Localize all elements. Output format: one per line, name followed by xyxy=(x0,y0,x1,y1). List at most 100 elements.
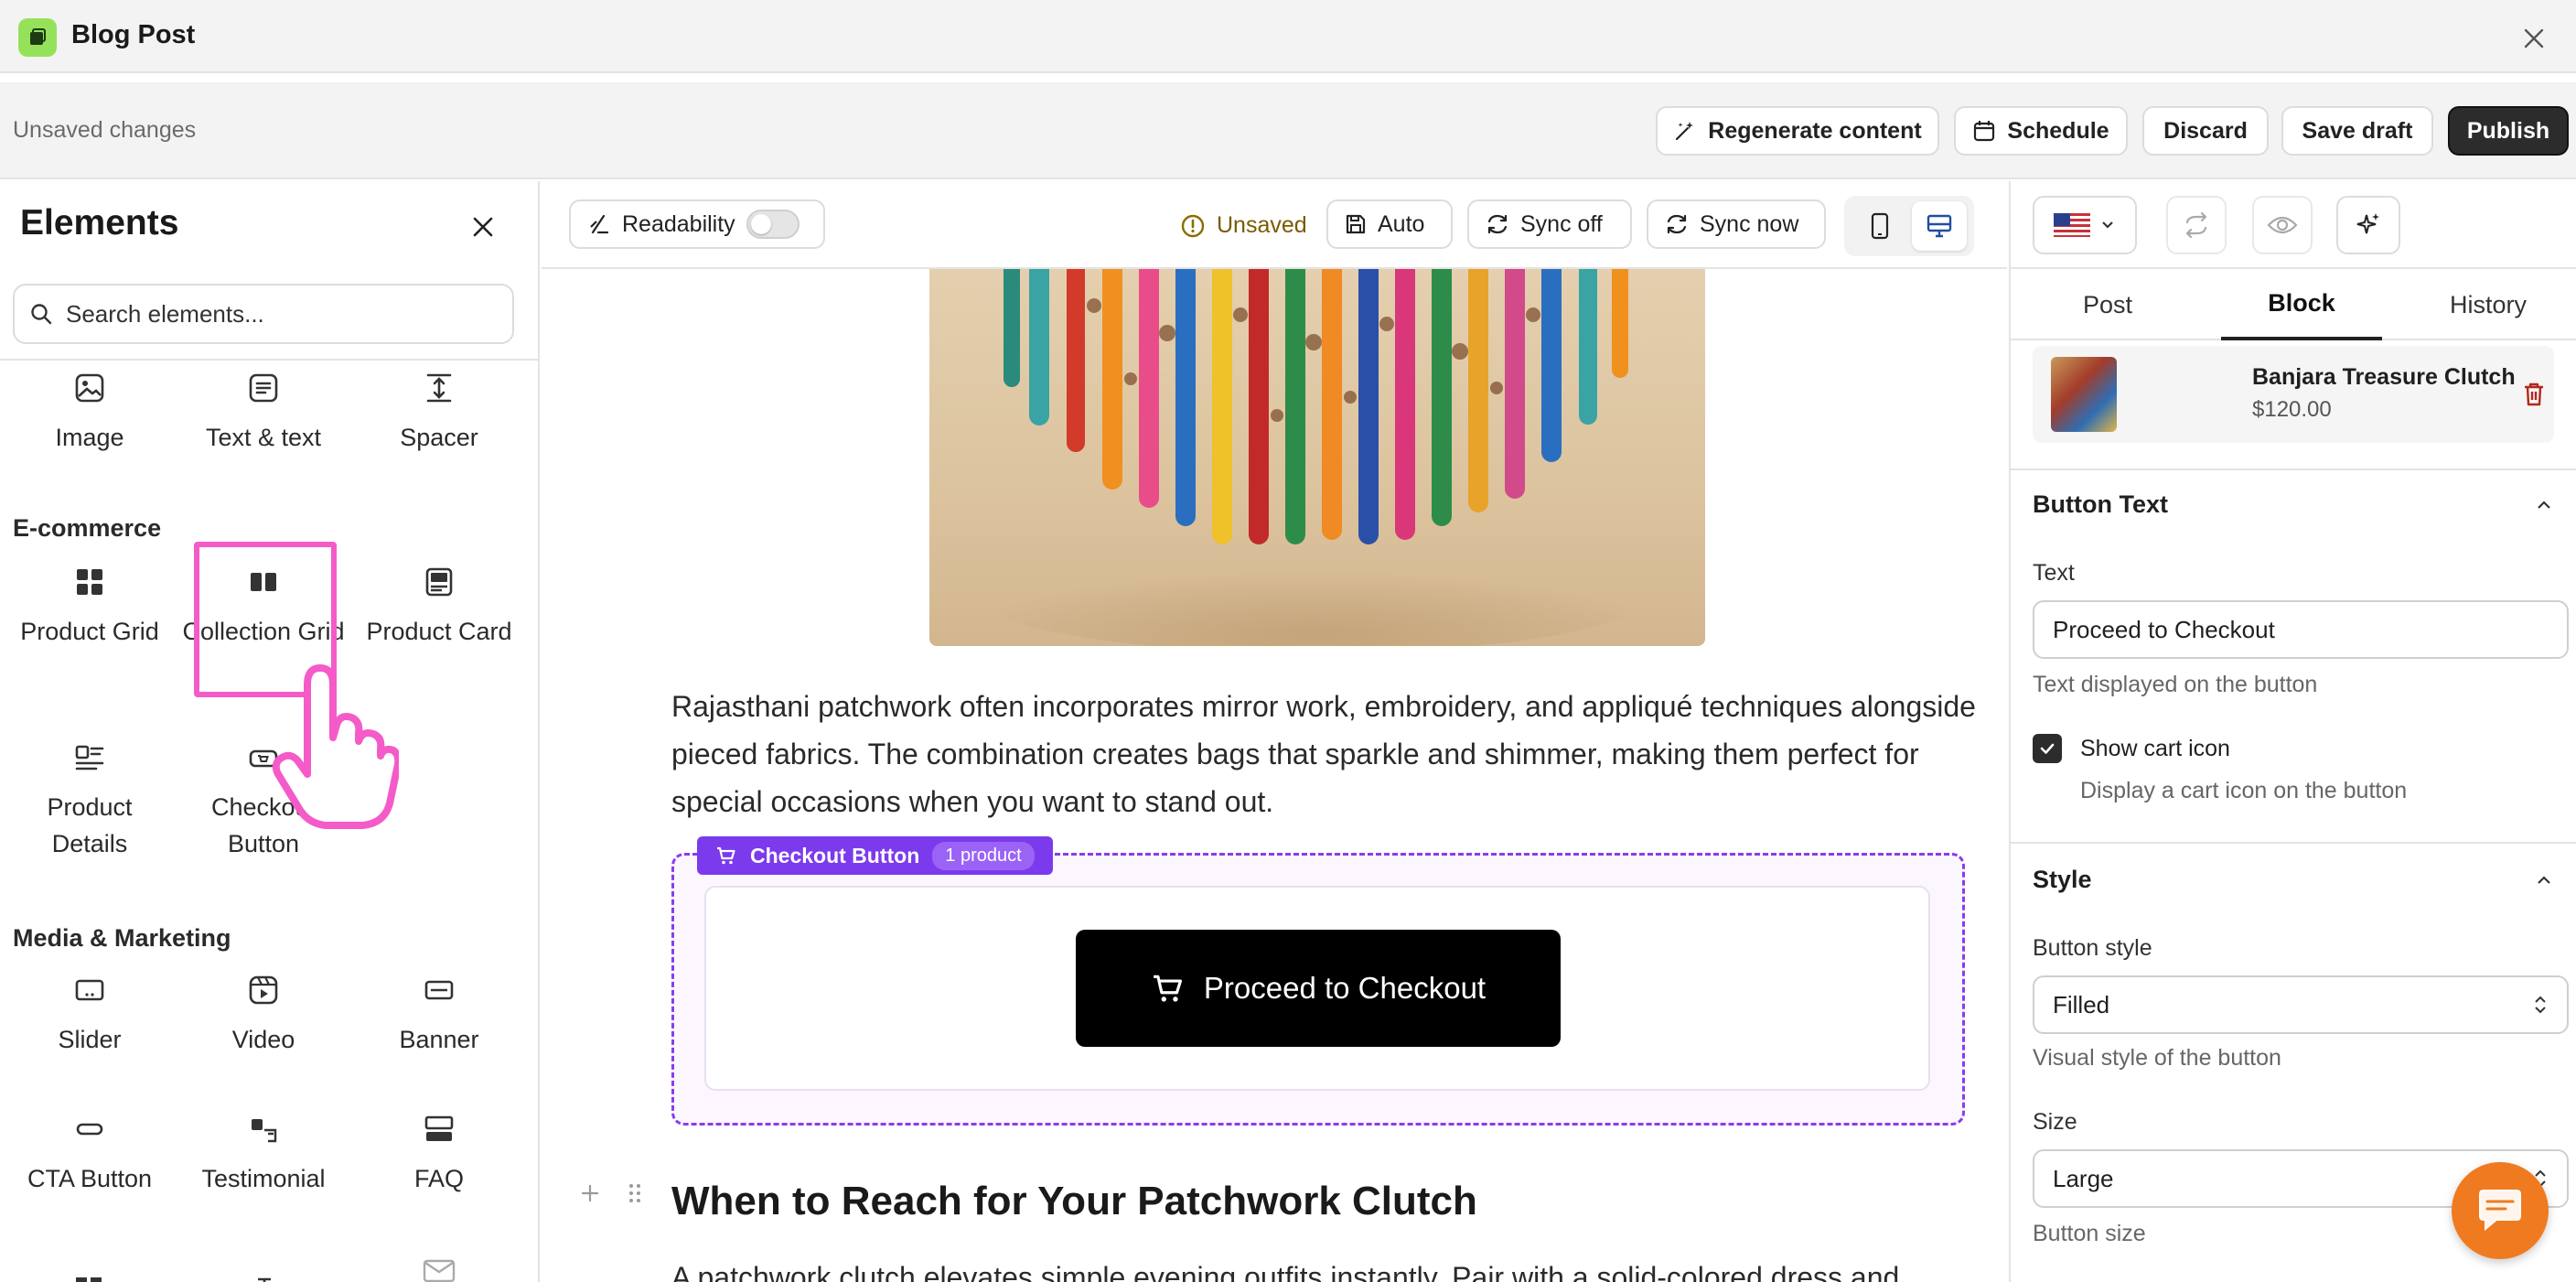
preview-button[interactable] xyxy=(2252,196,2313,254)
desktop-icon xyxy=(1927,214,1951,238)
block-type-tag: Checkout Button 1 product xyxy=(697,836,1053,875)
desktop-view-button[interactable] xyxy=(1911,201,1967,251)
element-faq-label: FAQ xyxy=(413,1165,464,1192)
search-icon xyxy=(29,302,53,326)
regenerate-content-button[interactable]: Regenerate content xyxy=(1656,106,1939,156)
details-icon xyxy=(71,739,108,776)
element-video[interactable]: Video xyxy=(181,972,346,1058)
save-status-label: Unsaved xyxy=(1217,212,1307,238)
publish-button[interactable]: Publish xyxy=(2448,106,2569,156)
element-video-label: Video xyxy=(231,1026,295,1053)
mobile-icon xyxy=(1871,212,1888,240)
sync-now-label: Sync now xyxy=(1700,210,1799,237)
eye-icon xyxy=(2267,213,2298,237)
show-cart-icon-help: Display a cart icon on the button xyxy=(2080,778,2408,803)
faq-icon xyxy=(421,1111,457,1147)
sparkle-icon xyxy=(2355,211,2382,239)
tab-history[interactable]: History xyxy=(2399,269,2576,340)
chevron-down-icon xyxy=(2099,217,2116,233)
email-icon xyxy=(423,1257,456,1282)
panel-divider xyxy=(2011,469,2576,470)
drag-handle-icon[interactable] xyxy=(628,1182,642,1204)
product-thumbnail xyxy=(2051,357,2117,432)
tab-post[interactable]: Post xyxy=(2011,269,2205,340)
element-spacer[interactable]: Spacer xyxy=(357,370,521,456)
schedule-button[interactable]: Schedule xyxy=(1954,106,2128,156)
hand-pointer-icon xyxy=(271,657,399,831)
selected-product-card[interactable]: Banjara Treasure Clutch $120.00 xyxy=(2033,346,2554,443)
elements-sidebar: Elements Image Text & text Spacer E-comm… xyxy=(0,181,540,1282)
auto-save-button[interactable]: Auto xyxy=(1326,199,1453,249)
chevron-up-icon xyxy=(2534,870,2554,890)
element-testimonial[interactable]: Testimonial xyxy=(181,1111,346,1197)
element-faq[interactable]: FAQ xyxy=(357,1111,521,1197)
element-product-card-label: Product Card xyxy=(366,618,512,645)
sidebar-divider xyxy=(0,359,538,361)
product-name: Banjara Treasure Clutch xyxy=(2252,364,2516,390)
close-window-icon[interactable] xyxy=(2514,18,2554,59)
ai-assist-button[interactable] xyxy=(2336,196,2400,254)
sync-now-icon xyxy=(1665,212,1689,236)
partial-element-icon xyxy=(249,1272,280,1282)
product-price: $120.00 xyxy=(2252,397,2332,422)
element-banner-label: Banner xyxy=(399,1026,479,1053)
search-elements-field[interactable] xyxy=(13,284,514,344)
text-field-help: Text displayed on the button xyxy=(2033,672,2318,697)
slider-icon xyxy=(71,972,108,1008)
element-product-card[interactable]: Product Card xyxy=(357,564,521,650)
card-icon xyxy=(421,564,457,600)
spacer-icon xyxy=(421,370,457,406)
device-switcher xyxy=(1844,196,1974,256)
tab-block[interactable]: Block xyxy=(2221,269,2382,340)
sync-icon xyxy=(1486,212,1509,236)
article-heading[interactable]: When to Reach for Your Patchwork Clutch xyxy=(671,1179,1477,1224)
article-paragraph-2[interactable]: A patchwork clutch elevates simple eveni… xyxy=(671,1254,1989,1282)
style-section-title: Style xyxy=(2033,866,2092,893)
save-draft-button[interactable]: Save draft xyxy=(2281,106,2433,156)
cart-icon xyxy=(715,845,737,867)
element-slider[interactable]: Slider xyxy=(7,972,172,1058)
article-image[interactable] xyxy=(929,269,1705,646)
element-image[interactable]: Image xyxy=(7,370,172,456)
article-paragraph[interactable]: Rajasthani patchwork often incorporates … xyxy=(671,683,1989,825)
text-field-label: Text xyxy=(2033,560,2075,586)
search-elements-input[interactable] xyxy=(66,299,487,329)
language-selector[interactable] xyxy=(2033,196,2137,254)
style-section-header[interactable]: Style xyxy=(2033,866,2554,894)
discard-button[interactable]: Discard xyxy=(2142,106,2269,156)
element-testimonial-label: Testimonial xyxy=(201,1165,326,1192)
show-cart-icon-checkbox[interactable] xyxy=(2033,734,2062,763)
button-text-section-header[interactable]: Button Text xyxy=(2033,490,2554,519)
button-style-select[interactable]: Filled xyxy=(2033,975,2569,1034)
schedule-label: Schedule xyxy=(2007,117,2109,144)
cta-icon xyxy=(71,1111,108,1147)
chat-support-button[interactable] xyxy=(2452,1162,2549,1259)
button-text-input[interactable] xyxy=(2033,600,2569,659)
readability-switch[interactable] xyxy=(746,210,800,239)
element-banner[interactable]: Banner xyxy=(357,972,521,1058)
show-cart-icon-label[interactable]: Show cart icon xyxy=(2080,736,2230,762)
add-block-icon[interactable] xyxy=(580,1183,600,1203)
element-product-details[interactable]: Product Details xyxy=(7,739,172,862)
element-product-grid[interactable]: Product Grid xyxy=(7,564,172,650)
button-style-help: Visual style of the button xyxy=(2033,1045,2281,1071)
mobile-view-button[interactable] xyxy=(1852,201,1907,251)
readability-toggle[interactable]: Readability xyxy=(569,199,825,249)
tassel-clutch-illustration xyxy=(966,269,1661,646)
calendar-icon xyxy=(1972,119,1996,143)
select-arrows-icon xyxy=(2532,993,2549,1017)
sync-off-button[interactable]: Sync off xyxy=(1467,199,1632,249)
element-text-text[interactable]: Text & text xyxy=(181,370,346,456)
element-cta-button[interactable]: CTA Button xyxy=(7,1111,172,1197)
proceed-to-checkout-label: Proceed to Checkout xyxy=(1203,971,1487,1005)
chevron-up-icon xyxy=(2534,495,2554,515)
sync-now-button[interactable]: Sync now xyxy=(1647,199,1826,249)
panel-toolbar xyxy=(2011,181,2576,269)
ecommerce-section-title: E-commerce xyxy=(13,514,162,542)
close-sidebar-icon[interactable] xyxy=(463,207,503,247)
proceed-to-checkout-button[interactable]: Proceed to Checkout xyxy=(1076,930,1561,1047)
translate-sync-button[interactable] xyxy=(2166,196,2227,254)
block-type-label: Checkout Button xyxy=(750,843,920,867)
regenerate-content-label: Regenerate content xyxy=(1708,117,1922,144)
trash-icon[interactable] xyxy=(2521,381,2547,408)
